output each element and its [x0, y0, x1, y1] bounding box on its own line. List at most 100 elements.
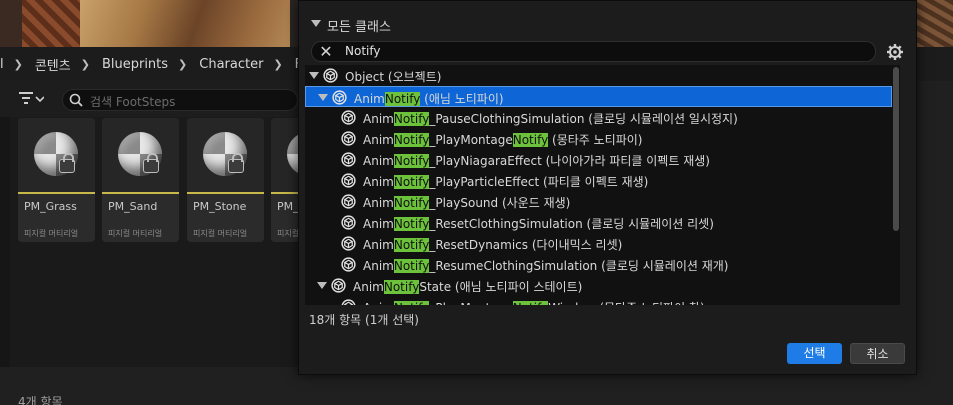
asset-type-bar	[102, 192, 179, 194]
filter-button[interactable]	[18, 90, 48, 110]
asset-name: PM_Grass	[24, 200, 77, 213]
class-icon	[341, 152, 356, 167]
breadcrumb-separator: ❯	[273, 57, 283, 71]
class-tree-label: AnimNotify_ResumeClothingSimulation (클로딩…	[363, 257, 729, 274]
class-name-text: Anim	[363, 175, 394, 189]
class-search-input[interactable]: ✕ Notify	[311, 41, 876, 62]
class-name-text: _PauseClothingSimulation (클로딩 시뮬레이션 일시정지…	[429, 112, 738, 126]
tree-scrollbar[interactable]	[893, 67, 899, 231]
viewport-scene	[80, 0, 290, 47]
class-name-text: Anim	[354, 92, 385, 106]
class-name-text: _ResetClothingSimulation (클로딩 시뮬레이션 리셋)	[429, 217, 714, 231]
asset-name: PM_Stone	[193, 200, 247, 213]
class-name-text: (애님 노티파이)	[420, 92, 504, 106]
asset-tile[interactable]: PM_Stone 피지컬 머티리얼	[187, 118, 264, 242]
class-name-text: Anim	[363, 217, 394, 231]
search-match-highlight: Notify	[393, 154, 430, 168]
class-name-text: Anim	[363, 259, 394, 273]
editor-window: l ❯ 콘텐츠 ❯ Blueprints ❯ Character ❯ F	[0, 0, 953, 405]
class-tree-row[interactable]: Object (오브젝트)	[305, 65, 892, 86]
class-tree-label: AnimNotify_ResetDynamics (다이내믹스 리셋)	[363, 236, 622, 253]
expand-arrow-icon[interactable]	[318, 94, 328, 101]
search-match-highlight: Notify	[393, 259, 430, 273]
viewport-scene	[22, 0, 80, 47]
class-name-text: _PlayParticleEffect (파티클 이펙트 재생)	[429, 175, 649, 189]
lock-icon	[143, 153, 159, 173]
class-icon	[341, 215, 356, 230]
class-tree-row[interactable]: AnimNotify (애님 노티파이)	[305, 86, 892, 107]
viewport-scene	[0, 0, 22, 47]
asset-thumbnail	[102, 118, 179, 192]
class-tree-row[interactable]: AnimNotify_ResetDynamics (다이내믹스 리셋)	[305, 233, 892, 254]
search-match-highlight: Notify	[393, 112, 430, 126]
select-button[interactable]: 선택	[787, 343, 842, 364]
content-browser-toolbar: 검색 FootSteps	[0, 81, 300, 117]
class-icon	[341, 299, 356, 305]
class-tree-label: AnimNotify_PlayNiagaraEffect (나이아가라 파티클 …	[363, 152, 710, 169]
breadcrumb-separator: ❯	[80, 57, 90, 71]
class-tree-row[interactable]: AnimNotify_PlayNiagaraEffect (나이아가라 파티클 …	[305, 149, 892, 170]
class-name-text: Object (오브젝트)	[345, 70, 442, 84]
breadcrumb-item[interactable]: Character	[199, 57, 263, 72]
class-tree-row[interactable]: AnimNotifyState (애님 노티파이 스테이트)	[305, 275, 892, 296]
class-name-text: Anim	[363, 301, 394, 305]
class-tree-row[interactable]: AnimNotify_PlayParticleEffect (파티클 이펙트 재…	[305, 170, 892, 191]
close-icon[interactable]: ✕	[318, 44, 334, 60]
item-count: 4개 항목	[18, 395, 63, 405]
asset-grid: PM_Grass 피지컬 머티리얼 PM_Sand 피지컬 머티리얼 PM_St	[0, 117, 348, 367]
class-tree-label: AnimNotify (애님 노티파이)	[354, 90, 504, 107]
gear-icon[interactable]	[886, 43, 904, 61]
class-tree-row[interactable]: AnimNotify_PauseClothingSimulation (클로딩 …	[305, 107, 892, 128]
selection-status: 18개 항목 (1개 선택)	[309, 313, 419, 327]
class-picker-title: 모든 클래스	[327, 20, 391, 35]
class-tree-row[interactable]: AnimNotify_PlayMontageNotifyWindow (몽타주 …	[305, 296, 892, 305]
asset-name: PM_Sand	[108, 200, 158, 213]
class-name-text: _PlaySound (사운드 재생)	[429, 196, 571, 210]
class-icon	[341, 131, 356, 146]
class-icon	[341, 110, 356, 125]
cancel-button[interactable]: 취소	[850, 343, 905, 364]
filter-icon	[19, 92, 45, 104]
class-name-text: Anim	[363, 133, 394, 147]
class-name-text: Anim	[363, 196, 394, 210]
class-name-text: Anim	[363, 238, 394, 252]
class-name-text: _ResetDynamics (다이내믹스 리셋)	[429, 238, 623, 252]
class-icon	[332, 90, 347, 105]
asset-thumbnail	[18, 118, 95, 192]
class-tree-label: Object (오브젝트)	[345, 68, 441, 85]
class-tree-row[interactable]: AnimNotify_ResetClothingSimulation (클로딩 …	[305, 212, 892, 233]
asset-type: 피지컬 머티리얼	[193, 229, 248, 238]
breadcrumb-item[interactable]: l	[0, 57, 4, 72]
class-tree-row[interactable]: AnimNotify_PlayMontageNotify (몽타주 노티파이)	[305, 128, 892, 149]
class-tree-label: AnimNotify_PlayMontageNotifyWindow (몽타주 …	[363, 299, 705, 305]
class-name-text: _PlayNiagaraEffect (나이아가라 파티클 이펙트 재생)	[429, 154, 710, 168]
breadcrumb-item[interactable]: 콘텐츠	[35, 55, 71, 74]
class-picker-header[interactable]: 모든 클래스	[299, 13, 916, 35]
class-tree-row[interactable]: AnimNotify_PlaySound (사운드 재생)	[305, 191, 892, 212]
class-tree-row[interactable]: AnimNotify_ResumeClothingSimulation (클로딩…	[305, 254, 892, 275]
class-name-text: State (애님 노티파이 스테이트)	[419, 280, 583, 294]
breadcrumb-spacer	[918, 47, 953, 81]
lock-icon	[228, 153, 244, 173]
breadcrumb-item[interactable]: Blueprints	[102, 57, 168, 72]
lock-icon	[59, 153, 75, 173]
asset-tile[interactable]: PM_Grass 피지컬 머티리얼	[18, 118, 95, 242]
asset-search-input[interactable]: 검색 FootSteps	[62, 89, 298, 111]
expand-arrow-icon[interactable]	[309, 72, 319, 79]
class-name-text: Anim	[363, 154, 394, 168]
class-tree: Object (오브젝트) AnimNotify (애님 노티파이) AnimNot…	[305, 65, 900, 305]
class-tree-label: AnimNotify_PlayParticleEffect (파티클 이펙트 재…	[363, 173, 648, 190]
search-placeholder: 검색 FootSteps	[90, 95, 176, 109]
class-name-text: Anim	[353, 280, 384, 294]
class-icon	[331, 278, 346, 293]
class-name-text: _PlayMontage	[429, 133, 513, 147]
search-match-highlight: Notify	[384, 92, 421, 106]
asset-tile[interactable]: PM_Sand 피지컬 머티리얼	[102, 118, 179, 242]
class-name-text: _ResumeClothingSimulation (클로딩 시뮬레이션 재개)	[429, 259, 729, 273]
search-match-highlight: Notify	[393, 301, 430, 305]
breadcrumb-separator: ❯	[13, 57, 23, 71]
search-match-highlight: Notify	[512, 133, 549, 147]
expand-arrow-icon[interactable]	[317, 282, 327, 289]
class-tree-label: AnimNotify_PlaySound (사운드 재생)	[363, 194, 570, 211]
asset-type-bar	[187, 192, 264, 194]
